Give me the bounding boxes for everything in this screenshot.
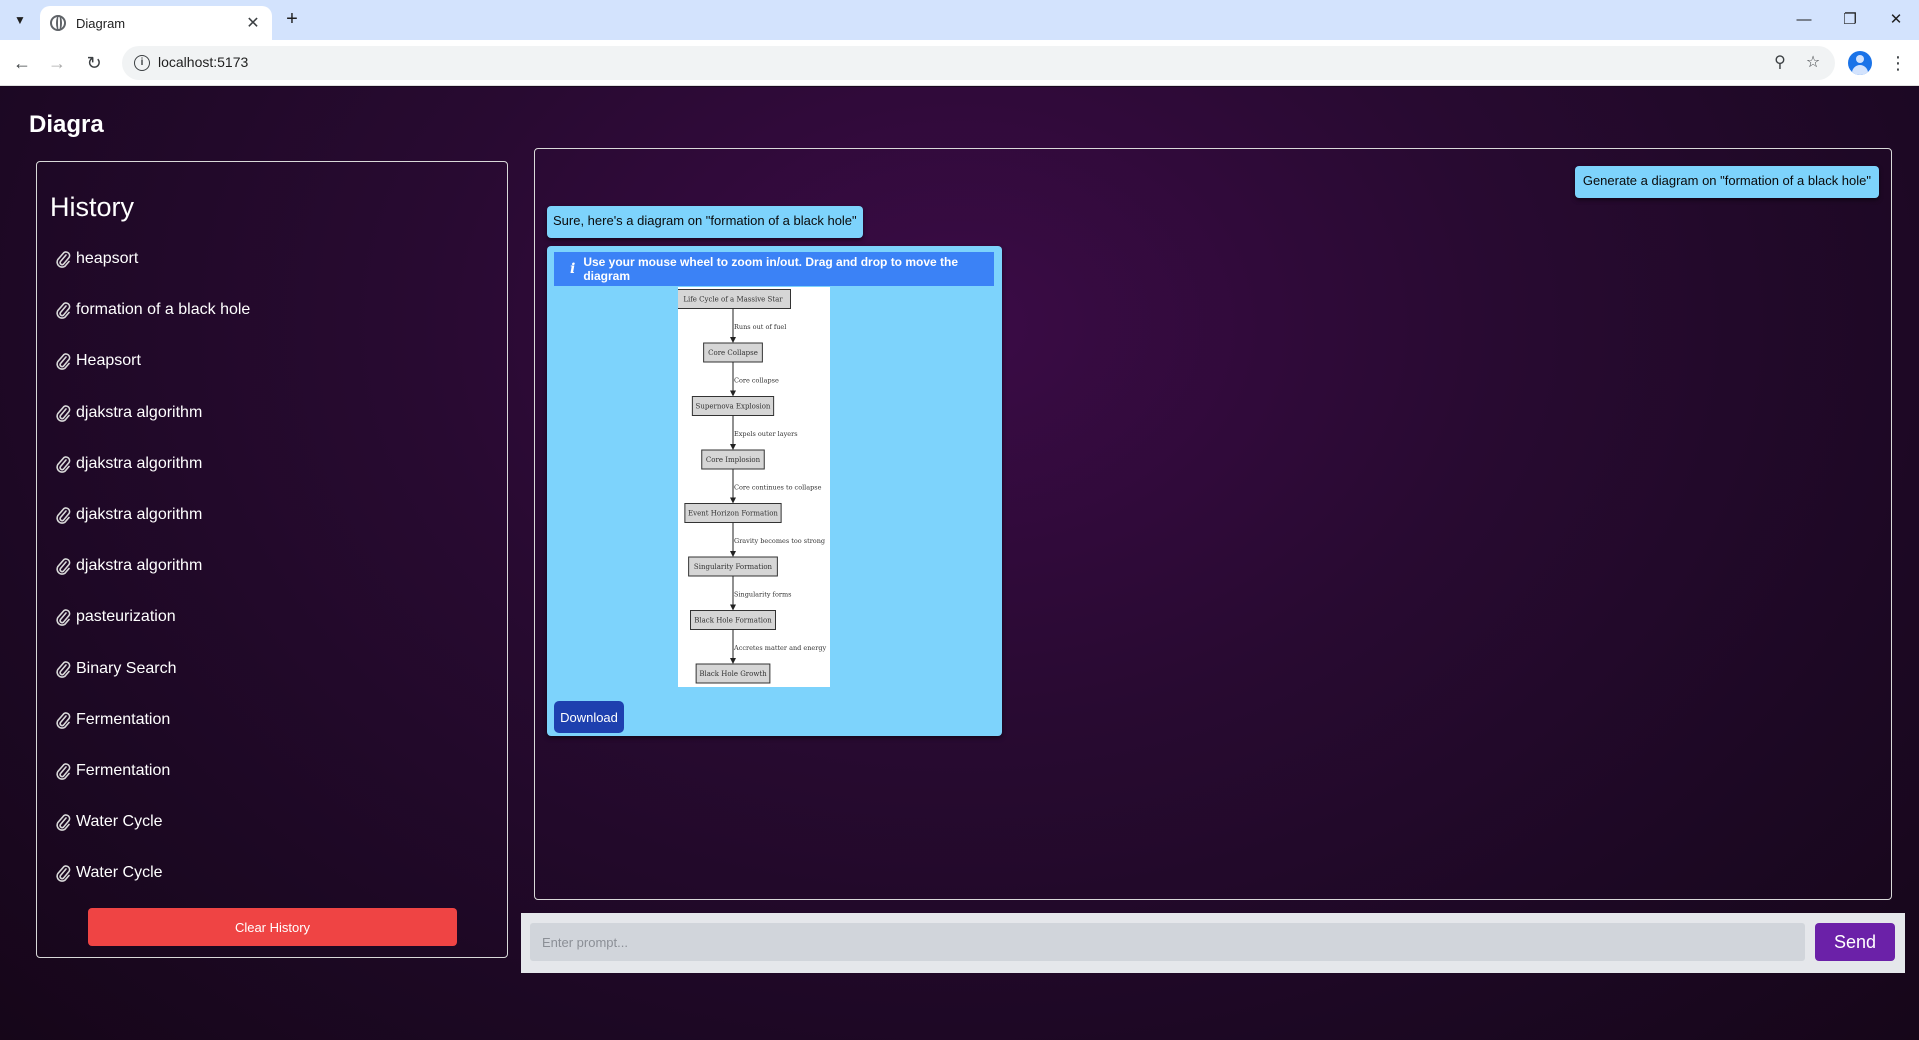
zoom-info-banner: i Use your mouse wheel to zoom in/out. D…: [554, 252, 994, 286]
diagram-edge-label: Core collapse: [734, 376, 779, 384]
browser-toolbar: ← → ↻ i localhost:5173 ⚲ ☆ ⋮: [0, 40, 1919, 86]
diagram-edge-label: Core continues to collapse: [734, 483, 822, 491]
paperclip-icon: [56, 353, 71, 371]
diagram-node-label: Life Cycle of a Massive Star: [683, 296, 783, 304]
profile-avatar-icon[interactable]: [1848, 51, 1872, 75]
history-item-label: djakstra algorithm: [76, 454, 203, 472]
diagram-edge-label: Accretes matter and energy: [733, 644, 827, 652]
history-item[interactable]: djakstra algorithm: [55, 503, 202, 527]
back-arrow-icon[interactable]: ←: [8, 49, 36, 77]
globe-icon: [50, 15, 66, 31]
app-root: Diagra History heapsort formation of a bl…: [0, 87, 1919, 1040]
history-item-label: heapsort: [76, 250, 139, 267]
prompt-input[interactable]: [530, 923, 1805, 961]
paperclip-icon: [56, 609, 71, 627]
reload-icon[interactable]: ↻: [80, 49, 108, 77]
browser-tab[interactable]: Diagram ✕: [40, 6, 272, 40]
paperclip-icon: [56, 712, 71, 729]
diagram-node-label: Black Hole Formation: [694, 617, 772, 625]
paperclip-icon: [56, 302, 71, 320]
prompt-bar: Send: [521, 913, 1905, 973]
history-item-label: Water Cycle: [76, 813, 163, 831]
history-item[interactable]: Fermentation: [55, 708, 170, 732]
history-item-label: djakstra algorithm: [76, 403, 203, 421]
diagram-canvas[interactable]: Life Cycle of a Massive Star Runs out of …: [675, 287, 830, 687]
history-item-label: Fermentation: [76, 710, 171, 728]
history-item[interactable]: Water Cycle: [55, 861, 163, 885]
bot-message-bubble: Sure, here's a diagram on "formation of …: [547, 206, 863, 238]
address-bar[interactable]: i localhost:5173 ⚲ ☆: [122, 46, 1835, 80]
paperclip-icon: [56, 763, 71, 780]
diagram-edge-label: Singularity forms: [734, 590, 791, 598]
browser-tabstrip: ▼ Diagram ✕ + — ❐ ✕: [0, 0, 1919, 40]
history-item[interactable]: Binary Search: [55, 657, 177, 681]
history-item-label: Heapsort: [76, 352, 141, 370]
diagram-card: i Use your mouse wheel to zoom in/out. D…: [547, 246, 1002, 736]
diagram-node-label: Event Horizon Formation: [688, 510, 778, 518]
tab-title: Diagram: [76, 15, 126, 31]
download-button[interactable]: Download: [554, 701, 624, 733]
paperclip-icon: [56, 404, 71, 422]
paperclip-icon: [56, 558, 71, 576]
site-info-icon[interactable]: i: [134, 55, 150, 71]
diagram-edge-label: Runs out of fuel: [734, 323, 786, 331]
app-brand: Diagra: [29, 111, 104, 138]
history-item-label: Water Cycle: [76, 864, 163, 882]
history-item[interactable]: pasteurization: [55, 605, 176, 629]
minimize-icon[interactable]: —: [1781, 6, 1827, 34]
clear-history-button[interactable]: Clear History: [88, 908, 457, 946]
paperclip-icon: [56, 660, 71, 678]
history-item-label: Fermentation: [76, 762, 171, 779]
history-item[interactable]: djakstra algorithm: [55, 554, 202, 578]
paperclip-icon: [56, 507, 71, 524]
diagram-edge-label: Gravity becomes too strong: [734, 537, 825, 545]
paperclip-icon: [56, 814, 71, 832]
history-item-label: pasteurization: [76, 608, 176, 626]
paperclip-icon: [56, 865, 71, 883]
history-item-label: djakstra algorithm: [76, 506, 203, 523]
bookmark-star-icon[interactable]: ☆: [1802, 52, 1824, 74]
restore-icon[interactable]: ❐: [1827, 6, 1873, 34]
user-message-bubble: Generate a diagram on "formation of a bl…: [1574, 166, 1879, 198]
history-item[interactable]: djakstra algorithm: [55, 401, 202, 425]
info-icon: i: [570, 261, 576, 277]
diagram-node-label: Singularity Formation: [694, 563, 773, 571]
send-button[interactable]: Send: [1815, 923, 1895, 961]
history-item-label: Binary Search: [76, 659, 177, 677]
paperclip-icon: [56, 456, 71, 473]
zoom-icon[interactable]: ⚲: [1769, 52, 1791, 74]
history-title: History: [50, 192, 135, 222]
history-item[interactable]: Water Cycle: [55, 810, 163, 834]
history-item[interactable]: Heapsort: [55, 349, 141, 373]
diagram-edge-label: Expels outer layers: [734, 430, 798, 438]
url-text[interactable]: localhost:5173: [158, 54, 248, 70]
history-item[interactable]: djakstra algorithm: [55, 452, 202, 476]
paperclip-icon: [56, 251, 71, 268]
diagram-node-label: Core Implosion: [706, 456, 761, 464]
diagram-node-label: Supernova Explosion: [696, 403, 771, 411]
history-item[interactable]: Fermentation: [55, 759, 170, 783]
browser-menu-icon[interactable]: ⋮: [1888, 49, 1908, 77]
forward-arrow-icon[interactable]: →: [43, 49, 71, 77]
tab-close-icon[interactable]: ✕: [244, 13, 262, 33]
chat-panel: Generate a diagram on "formation of a bl…: [534, 148, 1892, 900]
diagram-node-label: Core Collapse: [708, 349, 758, 357]
diagram-node-label: Black Hole Growth: [699, 670, 767, 678]
history-item-label: djakstra algorithm: [76, 557, 203, 575]
new-tab-icon[interactable]: +: [280, 8, 304, 32]
history-item-label: formation of a black hole: [76, 301, 251, 319]
window-close-icon[interactable]: ✕: [1873, 6, 1919, 34]
info-text: Use your mouse wheel to zoom in/out. Dra…: [583, 255, 959, 283]
history-item[interactable]: heapsort: [55, 247, 138, 271]
tab-search-chevron-icon[interactable]: ▼: [8, 8, 32, 32]
flowchart-svg[interactable]: Life Cycle of a Massive Star Runs out of …: [675, 287, 830, 687]
history-panel: History heapsort formation of a black hol…: [36, 161, 508, 958]
history-item[interactable]: formation of a black hole: [55, 298, 250, 322]
